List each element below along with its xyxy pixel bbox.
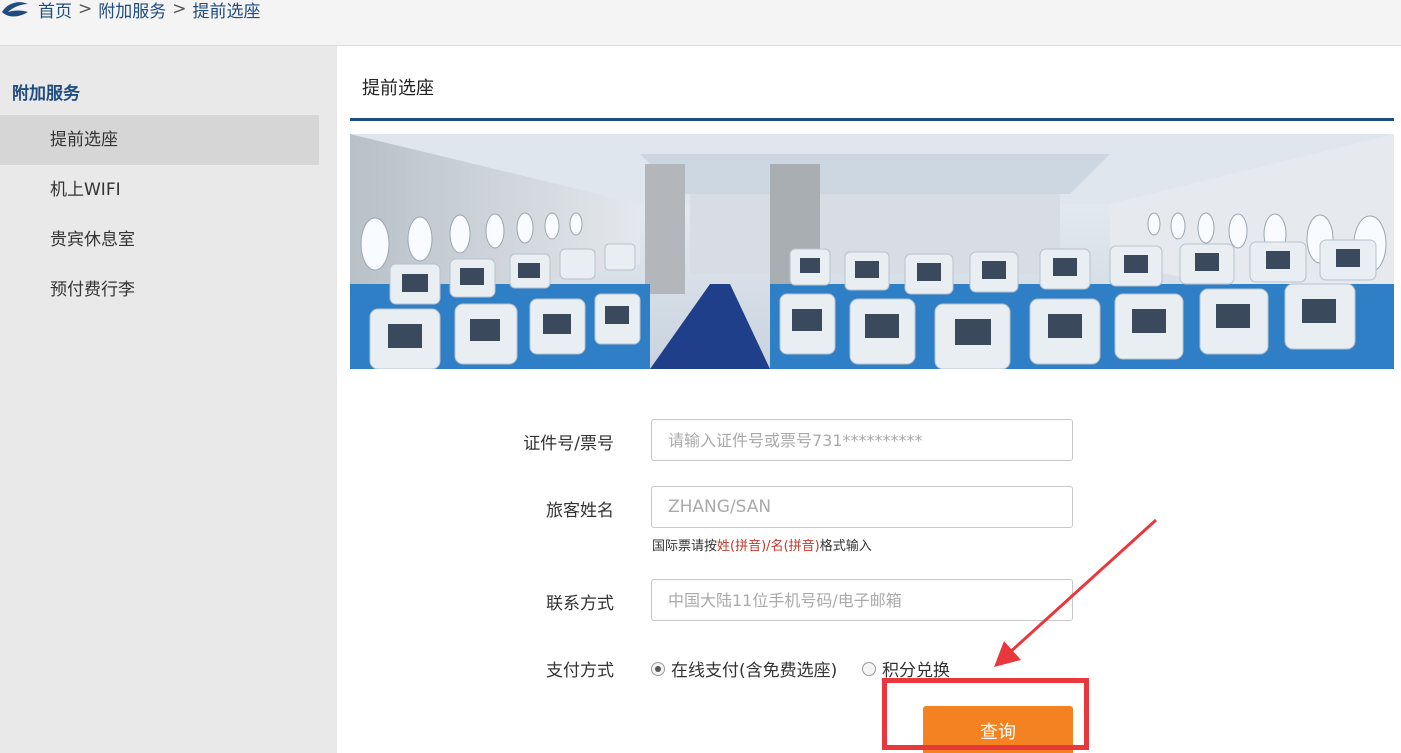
top-bar: 首页 > 附加服务 > 提前选座 [0, 0, 1401, 46]
cabin-banner-image [350, 134, 1394, 369]
sidebar-item-prepaid-baggage[interactable]: 预付费行李 [0, 265, 319, 315]
radio-online-payment[interactable] [651, 661, 665, 676]
breadcrumb-home-link[interactable]: 首页 [38, 0, 72, 22]
radio-points-exchange[interactable] [862, 661, 876, 676]
query-button[interactable]: 查询 [923, 706, 1073, 753]
breadcrumb: 首页 > 附加服务 > 提前选座 [38, 0, 261, 22]
breadcrumb-current: 提前选座 [192, 1, 261, 22]
id-number-label: 证件号/票号 [523, 434, 614, 454]
hint-prefix: 国际票请按 [652, 539, 718, 554]
contact-label: 联系方式 [546, 594, 614, 614]
sidebar-item-wifi[interactable]: 机上WIFI [0, 165, 319, 215]
payment-option-points[interactable]: 积分兑换 [862, 656, 950, 681]
payment-option-points-label: 积分兑换 [882, 661, 950, 681]
title-divider [350, 118, 1394, 121]
sidebar: 附加服务 提前选座 机上WIFI 贵宾休息室 预付费行李 [0, 46, 337, 753]
hint-suffix: 格式输入 [819, 539, 872, 554]
payment-option-online-label: 在线支付(含免费选座) [671, 661, 838, 681]
passenger-name-input[interactable] [651, 486, 1073, 528]
passenger-name-label: 旅客姓名 [546, 501, 614, 521]
breadcrumb-separator: > [172, 0, 187, 19]
name-format-hint: 国际票请按姓(拼音)/名(拼音)格式输入 [652, 535, 872, 554]
breadcrumb-addon-services-link[interactable]: 附加服务 [98, 0, 166, 22]
payment-method-label: 支付方式 [546, 661, 614, 681]
sidebar-title: 附加服务 [12, 84, 80, 104]
breadcrumb-separator: > [78, 0, 93, 19]
sidebar-item-seat-selection[interactable]: 提前选座 [0, 115, 319, 165]
payment-option-online[interactable]: 在线支付(含免费选座) [651, 656, 837, 681]
sidebar-item-vip-lounge[interactable]: 贵宾休息室 [0, 215, 319, 265]
hint-given-name: 名(拼音) [770, 539, 820, 554]
airline-logo-icon[interactable] [0, 0, 30, 20]
hint-surname: 姓(拼音) [717, 539, 767, 554]
id-number-input[interactable] [651, 419, 1073, 461]
contact-input[interactable] [651, 579, 1073, 621]
page-title: 提前选座 [362, 78, 434, 99]
